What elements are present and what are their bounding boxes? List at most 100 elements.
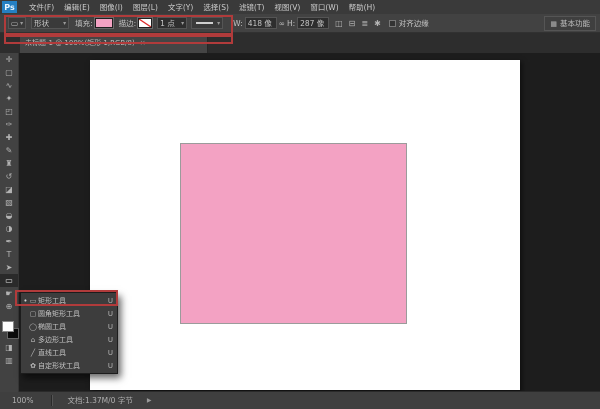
menu-item-polygon-tool[interactable]: ⌂ 多边形工具 U [21,333,117,346]
ps-logo-icon: Ps [2,1,17,13]
gear-icon[interactable]: ✱ [374,19,381,28]
align-edges-label: 对齐边缘 [399,18,429,29]
menu-item-line-tool[interactable]: ╱ 直线工具 U [21,346,117,359]
screen-mode-icon[interactable]: ▥ [0,354,18,367]
menu-item-label: 矩形工具 [38,296,105,306]
tool-options-bar: ▭ ▾ 形状 ▾ 填充: 描边: 1 点 ▾ ▾ W: 418 像 ∞ H: 2… [0,14,600,33]
menu-type[interactable]: 文字(Y) [163,2,198,13]
lasso-tool[interactable]: ∿ [0,79,18,92]
chevron-down-icon: ▾ [63,20,66,27]
eraser-tool[interactable]: ◪ [0,183,18,196]
close-icon[interactable]: × [140,39,146,47]
chevron-down-icon: ▾ [217,20,220,27]
history-brush-tool[interactable]: ↺ [0,170,18,183]
menu-item-ellipse-tool[interactable]: ◯ 椭圆工具 U [21,320,117,333]
shortcut-key: U [108,336,113,344]
document-title: 未标题-1 @ 100%(矩形 1,RGB/8) [25,38,135,48]
status-divider [51,395,53,406]
eyedropper-tool[interactable]: ✑ [0,118,18,131]
menu-item-label: 椭圆工具 [38,322,105,332]
chevron-down-icon: ▾ [20,20,23,27]
path-alignment-icon[interactable]: ⊟ [349,19,356,28]
pen-tool[interactable]: ✒ [0,235,18,248]
menu-item-label: 多边形工具 [38,335,105,345]
stroke-style-dropdown[interactable]: ▾ [191,17,223,29]
stroke-width-value: 1 点 [160,18,175,29]
menu-filter[interactable]: 滤镜(T) [234,2,269,13]
document-page[interactable] [90,60,520,390]
photoshop-window: Ps 文件(F) 编辑(E) 图像(I) 图层(L) 文字(Y) 选择(S) 滤… [0,0,600,409]
color-swatches [0,319,18,341]
menu-help[interactable]: 帮助(H) [344,2,381,13]
stroke-label: 描边: [119,18,137,29]
shortcut-key: U [108,310,113,318]
blur-tool[interactable]: ◒ [0,209,18,222]
rounded-rectangle-icon: ▢ [28,310,38,318]
path-selection-tool[interactable]: ➤ [0,261,18,274]
menu-item-label: 自定形状工具 [38,361,105,371]
path-arrangement-icon[interactable]: ≣ [361,19,368,28]
shortcut-key: U [108,349,113,357]
menu-bar: Ps 文件(F) 编辑(E) 图像(I) 图层(L) 文字(Y) 选择(S) 滤… [0,0,600,15]
hand-tool[interactable]: ☛ [0,287,18,300]
align-edges-checkbox[interactable] [389,20,396,27]
menu-window[interactable]: 窗口(W) [305,2,343,13]
width-label: W: [233,19,243,28]
stroke-color-swatch[interactable] [138,18,152,28]
rectangle-preset-icon: ▭ [11,19,18,28]
workspace-switcher-button[interactable]: ▦ 基本功能 [544,16,596,31]
clone-stamp-tool[interactable]: ♜ [0,157,18,170]
type-tool[interactable]: T [0,248,18,261]
marquee-tool[interactable]: ▢ [0,66,18,79]
crop-tool[interactable]: ◰ [0,105,18,118]
zoom-level-field[interactable]: 100% [12,396,33,405]
move-tool[interactable]: ✛ [0,53,18,66]
status-menu-arrow-icon[interactable]: ▶ [147,397,152,404]
tools-panel: ✛ ▢ ∿ ✦ ◰ ✑ ✚ ✎ ♜ ↺ ◪ ▧ ◒ ◑ ✒ T ➤ ▭ ☛ ⊕ … [0,53,19,392]
shortcut-key: U [108,362,113,370]
document-tab[interactable]: 未标题-1 @ 100%(矩形 1,RGB/8) × [20,33,208,53]
shape-width-input[interactable]: 418 像 [245,17,277,29]
foreground-color-swatch[interactable] [2,321,14,332]
chevron-down-icon: ▾ [181,20,184,27]
quick-selection-tool[interactable]: ✦ [0,92,18,105]
menu-select[interactable]: 选择(S) [198,2,234,13]
zoom-tool[interactable]: ⊕ [0,300,18,313]
menu-item-rectangle-tool[interactable]: • ▭ 矩形工具 U [21,294,117,307]
link-dimensions-icon[interactable]: ∞ [279,19,285,28]
polygon-icon: ⌂ [28,336,38,344]
custom-shape-icon: ✿ [28,362,38,370]
status-bar: 100% 文档:1.37M/0 字节 ▶ [0,391,600,409]
menu-layer[interactable]: 图层(L) [128,2,163,13]
fill-color-swatch[interactable] [95,18,113,28]
stroke-width-input[interactable]: 1 点 ▾ [157,17,187,29]
tool-mode-select[interactable]: 形状 ▾ [31,17,69,29]
menu-file[interactable]: 文件(F) [24,2,59,13]
workspace-label: 基本功能 [560,18,590,29]
brush-tool[interactable]: ✎ [0,144,18,157]
healing-brush-tool[interactable]: ✚ [0,131,18,144]
dodge-tool[interactable]: ◑ [0,222,18,235]
rectangle-icon: ▭ [28,297,38,305]
document-size-info: 文档:1.37M/0 字节 [67,395,132,406]
line-icon: ╱ [28,349,38,357]
tool-preset-dropdown[interactable]: ▭ ▾ [8,17,26,29]
tool-mode-value: 形状 [34,18,49,29]
rectangle-shape-tool[interactable]: ▭ [0,274,18,287]
drawn-rectangle-shape [180,143,407,324]
quick-mask-icon[interactable]: ◨ [0,341,18,354]
menu-item-custom-shape-tool[interactable]: ✿ 自定形状工具 U [21,359,117,372]
path-operations-icon[interactable]: ◫ [335,19,343,28]
menu-item-rounded-rectangle-tool[interactable]: ▢ 圆角矩形工具 U [21,307,117,320]
document-tab-bar: 未标题-1 @ 100%(矩形 1,RGB/8) × [0,32,600,53]
shape-height-value: 287 像 [300,18,324,29]
menu-view[interactable]: 视图(V) [269,2,305,13]
menu-item-label: 圆角矩形工具 [38,309,105,319]
fill-label: 填充: [75,18,93,29]
menu-edit[interactable]: 编辑(E) [59,2,95,13]
gradient-tool[interactable]: ▧ [0,196,18,209]
height-label: H: [287,19,295,28]
shortcut-key: U [108,297,113,305]
menu-image[interactable]: 图像(I) [95,2,128,13]
shape-height-input[interactable]: 287 像 [297,17,329,29]
